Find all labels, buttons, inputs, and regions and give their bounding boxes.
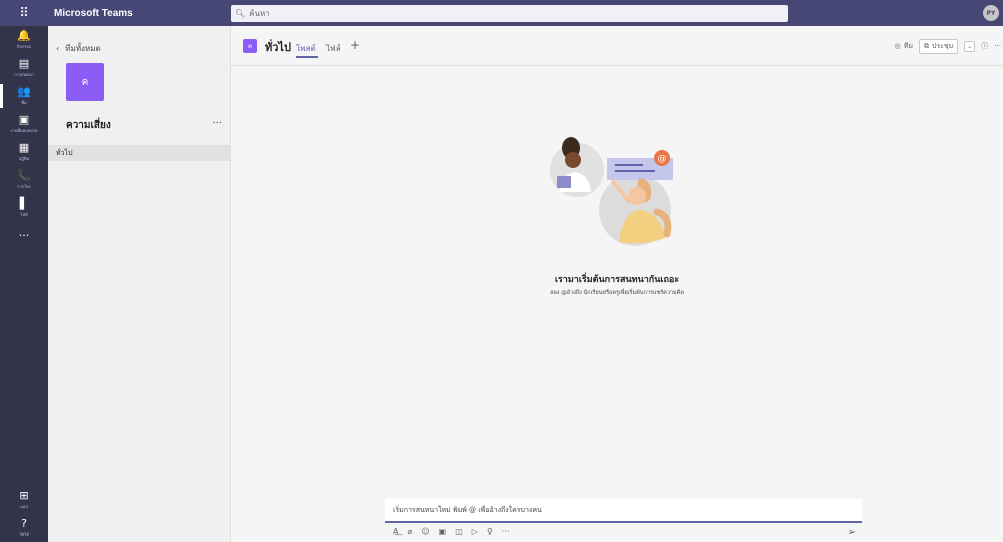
tab-posts[interactable]: โพสต์: [296, 42, 316, 55]
assignments-icon: ▣: [18, 113, 30, 126]
help-icon: ?: [21, 517, 27, 530]
meet-dropdown-chevron-icon[interactable]: ⌄: [964, 40, 976, 52]
rail-item-label: ปฏิทิน: [18, 156, 30, 161]
calendar-icon: ▦: [18, 141, 30, 154]
rail-item-label: แอป: [20, 504, 28, 509]
empty-state-subtitle: ลอง @อ้างถึง นักเรียนหรือครูเพื่อเริ่มต้…: [550, 290, 684, 296]
active-tab-indicator: [296, 56, 318, 58]
avatar[interactable]: PY: [983, 5, 999, 21]
add-tab-button[interactable]: +: [350, 38, 360, 52]
channel-item-general[interactable]: ทั่วไป: [48, 145, 230, 161]
channel-header: ค ทั่วไป โพสต์ ไฟล์ + ◎ ทีม ⧉ ประชุม ⌄ ⓘ…: [231, 26, 1003, 66]
app-bar: 🔔 กิจกรรม ▤ การสนทนา 👥 ทีม ▣ งานที่มอบหมาย ▦ ปฏิท…: [0, 26, 48, 542]
app-launcher-icon[interactable]: ⠿: [0, 0, 48, 26]
search-placeholder: ค้นหา: [249, 9, 270, 18]
rail-item-teams[interactable]: 👥 ทีม: [0, 82, 48, 110]
search-input[interactable]: 🔍︎ ค้นหา: [231, 5, 788, 22]
format-icon[interactable]: A͟: [393, 527, 398, 536]
channel-label: ทั่วไป: [56, 148, 73, 157]
main-content: ค ทั่วไป โพสต์ ไฟล์ + ◎ ทีม ⧉ ประชุม ⌄ ⓘ…: [231, 26, 1003, 542]
sticker-icon[interactable]: ◫: [455, 527, 463, 536]
team-avatar: ค: [66, 63, 104, 101]
rail-item-help[interactable]: ? วิธีใช้: [0, 514, 48, 542]
calls-icon: 📞: [17, 169, 31, 182]
praise-icon[interactable]: ♀: [487, 527, 493, 536]
rail-item-label: งานที่มอบหมาย: [10, 128, 38, 133]
more-icon[interactable]: ···: [502, 527, 510, 536]
meet-now-icon[interactable]: ▷: [472, 527, 478, 536]
more-apps-icon: ···: [18, 229, 30, 242]
team-name: ความเสี่ยง: [66, 120, 111, 131]
attach-icon[interactable]: ⌀: [407, 527, 412, 536]
rail-item-assignments[interactable]: ▣ งานที่มอบหมาย: [0, 110, 48, 138]
rail-item-calls[interactable]: 📞 การโทร: [0, 166, 48, 194]
rail-item-files[interactable]: ▌ ไฟล์: [0, 194, 48, 222]
rail-item-more-apps[interactable]: ···: [0, 222, 48, 250]
chat-icon: ▤: [18, 57, 30, 70]
back-to-all-teams-button[interactable]: ‹ ทีมทั้งหมด: [56, 42, 101, 55]
rail-item-apps[interactable]: ⊞ แอป: [0, 486, 48, 514]
rail-item-bell[interactable]: 🔔 กิจกรรม: [0, 26, 48, 54]
team-icon: ◎: [894, 42, 901, 50]
search-icon: 🔍︎: [235, 9, 246, 18]
message-input-placeholder: เริ่มการสนทนาใหม่ พิมพ์ @ เพื่ออ้างถึงใค…: [393, 505, 542, 514]
empty-state-illustration: @: [550, 137, 673, 246]
compose-toolbar: A͟ ⌀ ☺ ▣ ◫ ▷ ♀ ···: [393, 527, 509, 536]
team-button-label: ทีม: [903, 41, 913, 50]
gif-icon[interactable]: ▣: [439, 527, 447, 536]
meet-button-label: ประชุม: [931, 41, 954, 50]
back-label: ทีมทั้งหมด: [65, 44, 101, 53]
chevron-left-icon: ‹: [56, 44, 60, 53]
teams-icon: 👥: [17, 85, 31, 98]
more-options-icon[interactable]: ···: [994, 42, 1003, 50]
send-icon[interactable]: ➢: [848, 527, 856, 538]
rail-item-label: ไฟล์: [20, 212, 28, 217]
rail-item-label: การโทร: [17, 184, 31, 189]
compose-area: เริ่มการสนทนาใหม่ พิมพ์ @ เพื่ออ้างถึงใค…: [385, 499, 862, 542]
emoji-icon[interactable]: ☺: [421, 527, 429, 536]
rail-item-label: วิธีใช้: [19, 532, 29, 537]
rail-item-label: กิจกรรม: [16, 44, 32, 49]
channel-avatar: ค: [243, 39, 257, 53]
app-title: Microsoft Teams: [54, 7, 133, 19]
bell-icon: 🔔: [17, 29, 31, 42]
team-more-options-icon[interactable]: ···: [212, 118, 222, 129]
info-icon[interactable]: ⓘ: [981, 41, 988, 51]
title-bar: ⠿ Microsoft Teams 🔍︎ ค้นหา PY: [0, 0, 1003, 26]
apps-icon: ⊞: [19, 489, 29, 502]
rail-item-label: การสนทนา: [14, 72, 34, 77]
rail-item-calendar[interactable]: ▦ ปฏิทิน: [0, 138, 48, 166]
empty-state-title: เรามาเริ่มต้นการสนทนากันเถอะ: [554, 275, 680, 285]
meet-button[interactable]: ⧉ ประชุม: [918, 38, 959, 54]
team-button[interactable]: ◎ ทีม: [895, 41, 913, 52]
files-icon: ▌: [19, 197, 29, 210]
svg-text:@: @: [658, 154, 667, 164]
channel-title: ทั่วไป: [265, 41, 291, 54]
message-input[interactable]: เริ่มการสนทนาใหม่ พิมพ์ @ เพื่ออ้างถึงใค…: [385, 499, 862, 523]
video-camera-icon: ⧉: [923, 41, 929, 50]
team-panel: ‹ ทีมทั้งหมด ค ความเสี่ยง ··· ทั่วไป: [48, 26, 231, 542]
rail-item-chat[interactable]: ▤ การสนทนา: [0, 54, 48, 82]
rail-item-label: ทีม: [21, 100, 27, 105]
header-actions: ◎ ทีม ⧉ ประชุม ⌄ ⓘ ···: [895, 38, 1003, 54]
tab-files[interactable]: ไฟล์: [326, 42, 341, 55]
